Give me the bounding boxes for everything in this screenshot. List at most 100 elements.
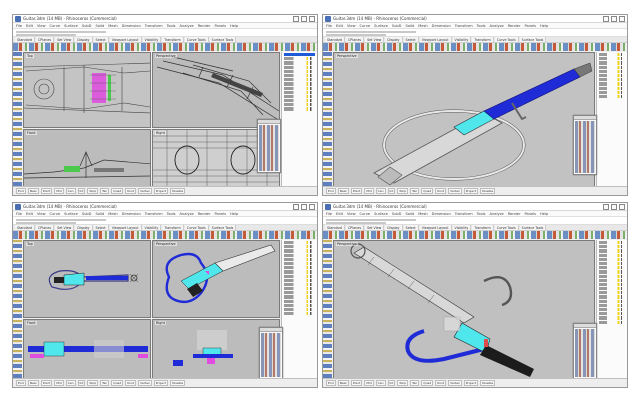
main-toolbar[interactable]	[323, 231, 627, 239]
osnap-disable[interactable]: Disable	[480, 188, 496, 194]
menu-view[interactable]: View	[37, 211, 46, 216]
osnap-perp[interactable]: Perp	[87, 188, 99, 194]
tab-cplanes[interactable]: CPlanes	[346, 37, 365, 42]
floating-toolbar[interactable]	[573, 115, 597, 175]
osnap-project[interactable]: Project	[153, 380, 169, 386]
viewport-perspective[interactable]: Perspective	[333, 240, 595, 380]
main-toolbar[interactable]	[323, 43, 627, 51]
menu-panels[interactable]: Panels	[524, 211, 536, 216]
menu-file[interactable]: File	[16, 23, 22, 28]
menu-mesh[interactable]: Mesh	[418, 211, 427, 216]
osnap-int[interactable]: Int	[77, 188, 86, 194]
command-area[interactable]	[13, 217, 317, 225]
menu-solid[interactable]: Solid	[405, 211, 414, 216]
menu-curve[interactable]: Curve	[50, 23, 61, 28]
menu-analyze[interactable]: Analyze	[490, 23, 504, 28]
tab-cplanes[interactable]: CPlanes	[346, 225, 365, 230]
tab-set-view[interactable]: Set View	[55, 225, 75, 230]
osnap-vertex[interactable]: Vertex	[448, 380, 462, 386]
viewport-label[interactable]: Perspective	[336, 54, 358, 58]
menu-view[interactable]: View	[37, 23, 46, 28]
menu-surface[interactable]: Surface	[64, 211, 78, 216]
menu-transform[interactable]: Transform	[455, 23, 473, 28]
layers-panel[interactable]	[596, 52, 627, 186]
menu-curve[interactable]: Curve	[50, 211, 61, 216]
maximize-icon[interactable]	[301, 204, 307, 210]
menu-analyze[interactable]: Analyze	[490, 211, 504, 216]
viewport-top[interactable]: Top	[23, 52, 151, 128]
menu-render[interactable]: Render	[198, 23, 211, 28]
osnap-near[interactable]: Near	[27, 380, 39, 386]
sidebar-toolbar[interactable]	[13, 240, 22, 378]
tab-transform[interactable]: Transform	[162, 37, 184, 42]
viewport-label[interactable]: Front	[26, 321, 37, 325]
menu-edit[interactable]: Edit	[336, 211, 343, 216]
menu-edit[interactable]: Edit	[26, 211, 33, 216]
osnap-knot[interactable]: Knot	[435, 188, 447, 194]
osnap-cen[interactable]: Cen	[375, 380, 386, 386]
viewport-label[interactable]: Perspective	[155, 54, 177, 58]
osnap-disable[interactable]: Disable	[480, 380, 496, 386]
osnap-vertex[interactable]: Vertex	[448, 188, 462, 194]
menu-analyze[interactable]: Analyze	[180, 23, 194, 28]
tab-standard[interactable]: Standard	[325, 225, 345, 230]
maximize-icon[interactable]	[301, 16, 307, 22]
sidebar-toolbar[interactable]	[323, 52, 332, 186]
minimize-icon[interactable]	[293, 16, 299, 22]
osnap-perp[interactable]: Perp	[87, 380, 99, 386]
floating-toolbar[interactable]	[259, 327, 283, 379]
osnap-project[interactable]: Project	[153, 188, 169, 194]
menu-subd[interactable]: SubD	[392, 211, 402, 216]
menu-view[interactable]: View	[347, 211, 356, 216]
menu-analyze[interactable]: Analyze	[180, 211, 194, 216]
menu-edit[interactable]: Edit	[336, 23, 343, 28]
tab-standard[interactable]: Standard	[15, 225, 35, 230]
osnap-project[interactable]: Project	[463, 188, 479, 194]
viewport-label[interactable]: Top	[26, 242, 34, 246]
osnap-disable[interactable]: Disable	[170, 188, 186, 194]
viewport-label[interactable]: Top	[26, 54, 34, 58]
tab-transform[interactable]: Transform	[472, 225, 494, 230]
osnap-point[interactable]: Point	[40, 188, 53, 194]
main-toolbar[interactable]	[13, 43, 317, 51]
osnap-point[interactable]: Point	[350, 380, 363, 386]
close-icon[interactable]	[619, 204, 625, 210]
tab-select[interactable]: Select	[403, 225, 419, 230]
osnap-near[interactable]: Near	[337, 380, 349, 386]
menu-panels[interactable]: Panels	[214, 23, 226, 28]
menu-render[interactable]: Render	[198, 211, 211, 216]
menu-view[interactable]: View	[347, 23, 356, 28]
osnap-quad[interactable]: Quad	[421, 380, 434, 386]
tab-surface-tools[interactable]: Surface Tools	[519, 37, 547, 42]
tab-surface-tools[interactable]: Surface Tools	[209, 37, 237, 42]
menu-dimension[interactable]: Dimension	[432, 23, 451, 28]
osnap-end[interactable]: End	[326, 380, 336, 386]
tab-visibility[interactable]: Visibility	[452, 37, 472, 42]
osnap-knot[interactable]: Knot	[125, 188, 137, 194]
menu-transform[interactable]: Transform	[145, 23, 163, 28]
viewport-front[interactable]: Front	[23, 319, 151, 379]
menu-surface[interactable]: Surface	[374, 211, 388, 216]
viewport-top[interactable]: Top	[23, 240, 151, 318]
layers-panel[interactable]	[281, 240, 317, 378]
osnap-point[interactable]: Point	[40, 380, 53, 386]
command-area[interactable]	[13, 29, 317, 37]
menu-help[interactable]: Help	[540, 211, 548, 216]
viewport-front[interactable]: Front	[23, 129, 151, 187]
osnap-tan[interactable]: Tan	[100, 380, 110, 386]
command-area[interactable]	[323, 217, 627, 225]
minimize-icon[interactable]	[603, 16, 609, 22]
viewport-label[interactable]: Right	[155, 131, 166, 135]
tab-curve-tools[interactable]: Curve Tools	[494, 225, 519, 230]
tab-cplanes[interactable]: CPlanes	[36, 225, 55, 230]
menu-curve[interactable]: Curve	[360, 211, 371, 216]
osnap-point[interactable]: Point	[350, 188, 363, 194]
menu-file[interactable]: File	[326, 23, 332, 28]
viewport-perspective[interactable]: Perspective	[152, 240, 280, 318]
tab-viewport-layout[interactable]: Viewport Layout	[109, 225, 142, 230]
command-area[interactable]	[323, 29, 627, 37]
menu-file[interactable]: File	[326, 211, 332, 216]
menu-tools[interactable]: Tools	[167, 211, 176, 216]
menu-subd[interactable]: SubD	[82, 23, 92, 28]
menu-panels[interactable]: Panels	[214, 211, 226, 216]
